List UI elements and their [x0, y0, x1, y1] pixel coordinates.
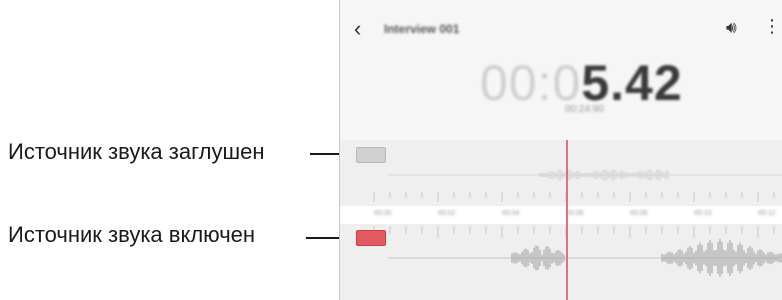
elapsed-time-strong: 5.42 [581, 55, 683, 111]
more-vertical-icon[interactable]: ⋮ [763, 16, 781, 37]
waveform-display [373, 169, 782, 277]
playhead[interactable] [566, 140, 568, 300]
callout-muted-label: Источник звука заглушен [8, 139, 265, 164]
speaker-icon[interactable]: 🔊︎ [726, 18, 737, 38]
recorder-screen: ‹ Interview 001 🔊︎ ⋮ 00:05.42 00:24:90 0… [339, 0, 782, 300]
chevron-left-icon[interactable]: ‹ [354, 16, 361, 42]
total-time: 00:24:90 [565, 104, 604, 115]
top-app-bar: ‹ Interview 001 🔊︎ ⋮ [340, 10, 782, 50]
track-muted-toggle[interactable] [356, 147, 386, 163]
recording-title: Interview 001 [384, 22, 460, 36]
callout-enabled-label: Источник звука включен [8, 222, 256, 247]
track-enabled-toggle[interactable] [356, 230, 386, 246]
elapsed-time-dim: 00:0 [480, 55, 582, 111]
